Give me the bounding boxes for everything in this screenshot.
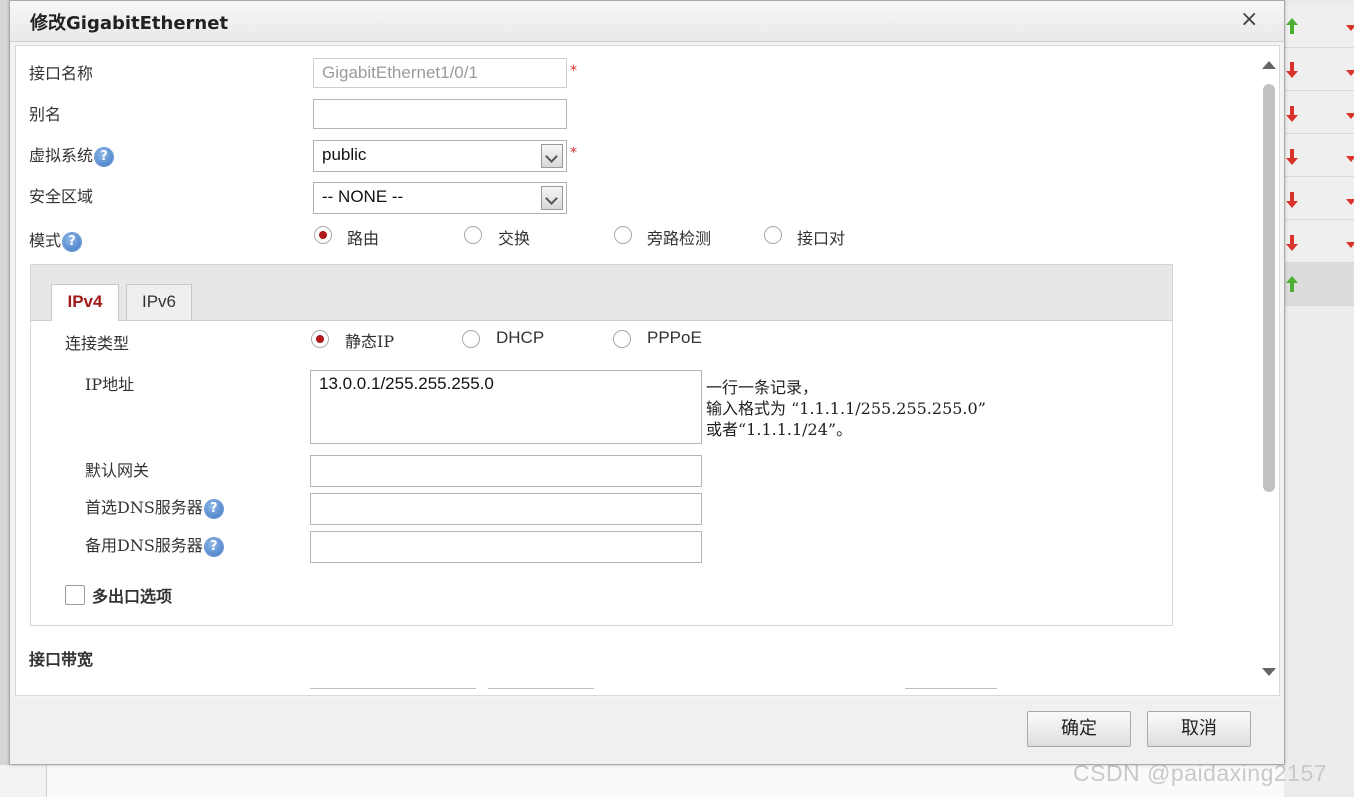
multi-exit-checkbox[interactable]: [65, 585, 85, 605]
alias-label: 别名: [29, 105, 62, 124]
dns2-label-text: 备用DNS服务器: [85, 536, 203, 555]
conn-dhcp-label: DHCP: [496, 328, 545, 347]
mode-bypass-label: 旁路检测: [647, 229, 712, 248]
caret-down-icon[interactable]: [1346, 25, 1354, 31]
help-icon[interactable]: ?: [204, 499, 223, 518]
tab-ipv4[interactable]: IPv4: [51, 284, 119, 321]
mode-pair-label: 接口对: [797, 229, 846, 248]
required-mark: *: [570, 145, 577, 161]
hint-line: 输入格式为 “1.1.1.1/255.255.255.0”: [706, 399, 986, 418]
dialog-title-bar: 修改GigabitEthernet ×: [10, 1, 1284, 42]
caret-down-icon[interactable]: [1346, 242, 1354, 248]
ok-button[interactable]: 确定: [1027, 711, 1131, 747]
alias-field[interactable]: [313, 99, 567, 129]
interface-name-label: 接口名称: [29, 64, 94, 83]
dialog-content: 接口名称 GigabitEthernet1/0/1 * 别名 虚拟系统? pub…: [15, 45, 1280, 696]
tab-ipv6[interactable]: IPv6: [126, 284, 192, 320]
help-icon[interactable]: ?: [204, 537, 223, 556]
partial-field: [310, 688, 476, 689]
arrow-down-icon[interactable]: [1286, 149, 1298, 165]
conn-pppoe-radio[interactable]: [613, 330, 631, 348]
mode-route-radio[interactable]: [314, 226, 332, 244]
arrow-up-icon[interactable]: [1286, 18, 1298, 34]
vsys-select[interactable]: public: [313, 140, 567, 172]
ip-tab-panel: IPv4 IPv6 连接类型 静态IP DHCP PPPoE IP地址 13.0…: [30, 264, 1173, 626]
required-mark: *: [570, 63, 577, 79]
zone-label: 安全区域: [29, 187, 94, 206]
help-icon[interactable]: ?: [95, 147, 114, 166]
dns1-label-text: 首选DNS服务器: [85, 498, 203, 517]
scroll-down-icon[interactable]: [1262, 668, 1276, 676]
vsys-label-text: 虚拟系统: [29, 146, 94, 165]
mode-switch-radio[interactable]: [464, 226, 482, 244]
tab-strip: IPv4 IPv6: [31, 265, 1172, 321]
arrow-down-icon[interactable]: [1286, 106, 1298, 122]
mode-route-label: 路由: [347, 229, 380, 248]
caret-down-icon[interactable]: [1346, 199, 1354, 205]
arrow-down-icon[interactable]: [1286, 192, 1298, 208]
conn-type-label: 连接类型: [65, 334, 130, 353]
conn-dhcp-radio[interactable]: [462, 330, 480, 348]
dialog-title: 修改GigabitEthernet: [30, 13, 229, 34]
hint-line: 或者“1.1.1.1/24”。: [706, 420, 853, 439]
chevron-down-icon[interactable]: [541, 186, 563, 210]
hint-line: 一行一条记录，: [706, 378, 819, 397]
dns1-label: 首选DNS服务器?: [85, 494, 223, 518]
bandwidth-label: 接口带宽: [29, 650, 94, 669]
ip-address-textarea[interactable]: 13.0.0.1/255.255.255.0: [310, 370, 702, 444]
caret-down-icon[interactable]: [1346, 156, 1354, 162]
cancel-button[interactable]: 取消: [1147, 711, 1251, 747]
mode-label: 模式?: [29, 227, 82, 251]
partial-field: [905, 688, 997, 689]
ip-address-hint: 一行一条记录， 输入格式为 “1.1.1.1/255.255.255.0” 或者…: [706, 377, 986, 440]
vsys-label: 虚拟系统?: [29, 142, 114, 166]
arrow-up-icon[interactable]: [1286, 276, 1298, 292]
gateway-field[interactable]: [310, 455, 702, 487]
help-icon[interactable]: ?: [63, 232, 82, 251]
gateway-label: 默认网关: [85, 461, 150, 480]
scrollbar[interactable]: [1258, 56, 1278, 686]
close-icon[interactable]: ×: [1240, 7, 1258, 32]
mode-pair-radio[interactable]: [764, 226, 782, 244]
arrow-down-icon[interactable]: [1286, 62, 1298, 78]
conn-static-radio[interactable]: [311, 330, 329, 348]
zone-select[interactable]: -- NONE --: [313, 182, 567, 214]
vsys-select-value: public: [322, 145, 367, 164]
mode-label-text: 模式: [29, 231, 62, 250]
ip-address-label: IP地址: [85, 375, 135, 394]
conn-static-label: 静态IP: [345, 332, 395, 351]
dns1-field[interactable]: [310, 493, 702, 525]
caret-down-icon[interactable]: [1346, 70, 1354, 76]
interface-name-field: GigabitEthernet1/0/1: [313, 58, 567, 88]
conn-pppoe-label: PPPoE: [647, 328, 702, 347]
partial-field: [488, 688, 594, 689]
mode-bypass-radio[interactable]: [614, 226, 632, 244]
edit-interface-dialog: 修改GigabitEthernet × 接口名称 GigabitEthernet…: [9, 0, 1285, 765]
scroll-up-icon[interactable]: [1262, 61, 1276, 69]
dns2-field[interactable]: [310, 531, 702, 563]
chevron-down-icon[interactable]: [541, 144, 563, 168]
multi-exit-label: 多出口选项: [92, 587, 173, 606]
dns2-label: 备用DNS服务器?: [85, 532, 223, 556]
mode-switch-label: 交换: [498, 229, 531, 248]
arrow-down-icon[interactable]: [1286, 235, 1298, 251]
zone-select-value: -- NONE --: [322, 187, 404, 206]
scrollbar-thumb[interactable]: [1263, 84, 1275, 492]
caret-down-icon[interactable]: [1346, 113, 1354, 119]
